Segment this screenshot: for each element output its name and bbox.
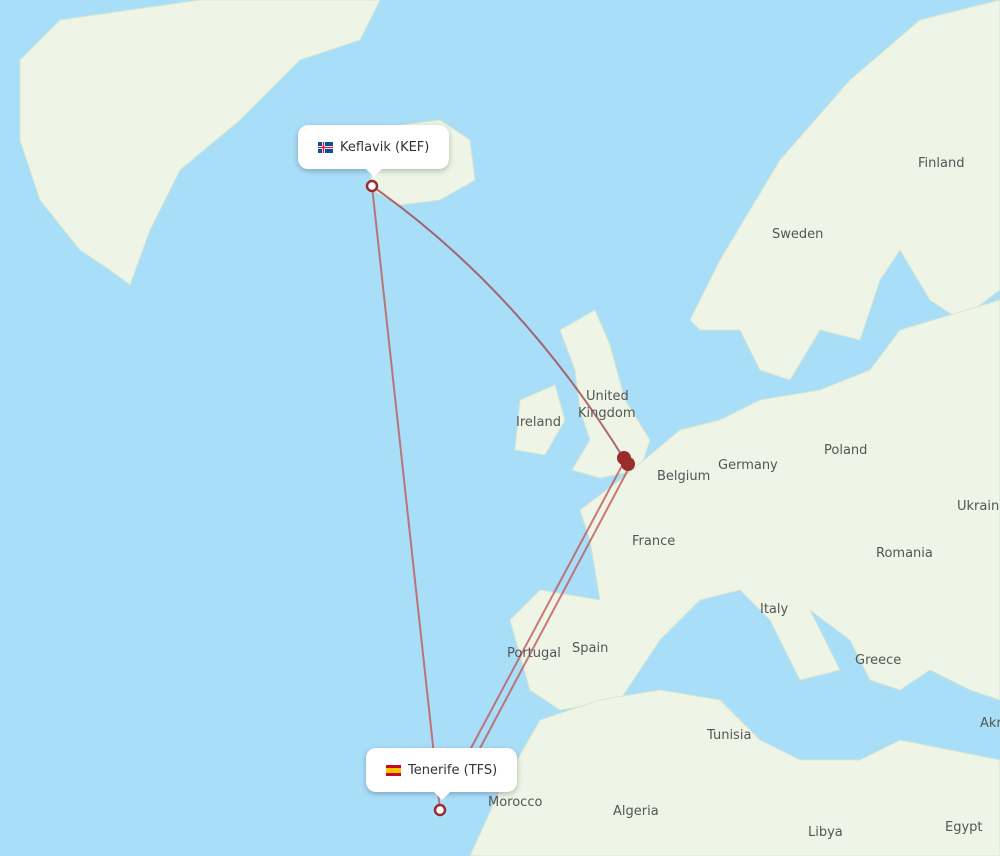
iceland-flag-icon — [318, 141, 333, 153]
country-label: Morocco — [488, 795, 543, 810]
country-label: Portugal — [507, 646, 561, 661]
route-kef-tfs — [371, 185, 441, 811]
kef-pin — [365, 179, 379, 193]
country-label: Egypt — [945, 820, 983, 835]
country-label: France — [632, 534, 676, 549]
country-label: Akr — [980, 716, 1000, 731]
map[interactable] — [0, 0, 1000, 856]
airport-callout-tfs[interactable]: Tenerife (TFS) — [366, 748, 518, 800]
africa — [469, 689, 1000, 856]
country-label: Algeria — [613, 804, 659, 819]
country-label: Spain — [572, 641, 609, 656]
country-label: Germany — [718, 458, 778, 473]
country-label: Tunisia — [707, 728, 752, 743]
country-label: United — [586, 389, 629, 404]
airport-name: Keflavik (KEF) — [340, 139, 430, 155]
country-label: Libya — [808, 825, 843, 840]
country-label: Kingdom — [578, 406, 636, 421]
airport-callout-kef[interactable]: Keflavik (KEF) — [298, 125, 450, 177]
country-label: Finland — [918, 156, 965, 171]
country-label: Greece — [855, 653, 902, 668]
airport-marker — [621, 457, 635, 471]
country-label: Ukraine — [957, 499, 1000, 514]
country-label: Ireland — [516, 415, 561, 430]
country-label: Poland — [824, 443, 868, 458]
tfs-pin — [433, 803, 447, 817]
spain-flag-icon — [386, 764, 401, 776]
country-label: Sweden — [772, 227, 824, 242]
airport-name: Tenerife (TFS) — [408, 762, 498, 778]
country-label: Romania — [876, 546, 933, 561]
country-label: Italy — [760, 602, 789, 617]
country-label: Belgium — [657, 469, 711, 484]
